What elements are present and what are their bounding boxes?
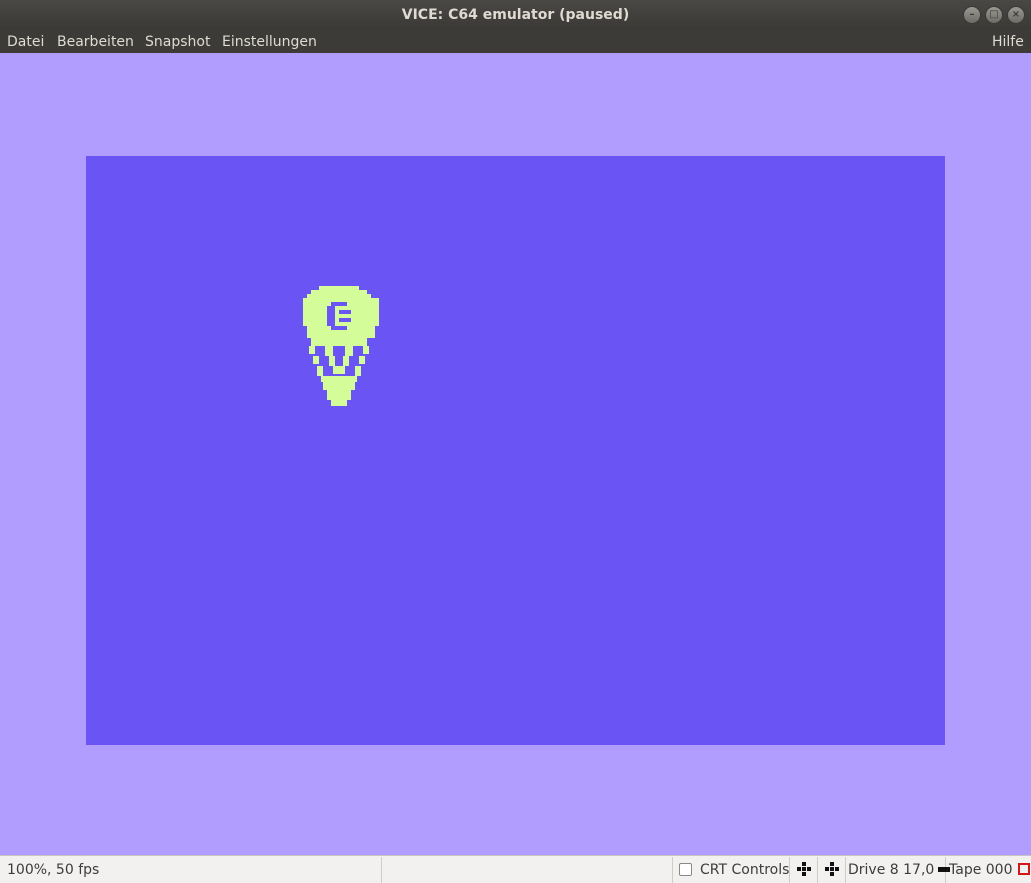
crt-controls-label: CRT Controls xyxy=(700,862,790,878)
menu-hilfe[interactable]: Hilfe xyxy=(992,33,1024,51)
status-message xyxy=(383,857,673,883)
joystick-port-2[interactable] xyxy=(819,857,846,883)
tape-led-icon xyxy=(1017,863,1030,875)
window-title: VICE: C64 emulator (paused) xyxy=(401,7,630,23)
joystick-port-2-icon xyxy=(825,862,839,876)
menu-snapshot[interactable]: Snapshot xyxy=(145,33,210,51)
joystick-port-1[interactable] xyxy=(791,857,818,883)
commodore-balloon-sprite-icon xyxy=(303,286,379,406)
c64-screen[interactable] xyxy=(86,156,945,745)
menu-einstellungen[interactable]: Einstellungen xyxy=(222,33,317,51)
joystick-port-1-icon xyxy=(797,862,811,876)
speed-status: 100%, 50 fps xyxy=(0,857,382,883)
status-bar: 100%, 50 fps CRT Controls Drive 8 17,0 T… xyxy=(0,855,1031,883)
tape-label: Tape 000 xyxy=(949,862,1013,878)
emulator-display[interactable] xyxy=(0,53,1031,855)
tape-status[interactable]: Tape 000 xyxy=(947,857,1031,883)
drive-status[interactable]: Drive 8 17,0 xyxy=(847,857,951,883)
maximize-button[interactable]: □ xyxy=(985,6,1003,24)
crt-controls-toggle[interactable]: CRT Controls xyxy=(674,857,790,883)
crt-controls-checkbox[interactable] xyxy=(679,863,692,876)
close-button[interactable]: × xyxy=(1007,6,1025,24)
window-controls: – □ × xyxy=(963,6,1025,24)
drive-label: Drive 8 17,0 xyxy=(848,862,935,878)
menu-bar: Datei Bearbeiten Snapshot Einstellungen … xyxy=(0,30,1031,53)
menu-bearbeiten[interactable]: Bearbeiten xyxy=(57,33,134,51)
menu-datei[interactable]: Datei xyxy=(7,33,44,51)
title-bar: VICE: C64 emulator (paused) – □ × xyxy=(0,0,1031,30)
minimize-button[interactable]: – xyxy=(963,6,981,24)
